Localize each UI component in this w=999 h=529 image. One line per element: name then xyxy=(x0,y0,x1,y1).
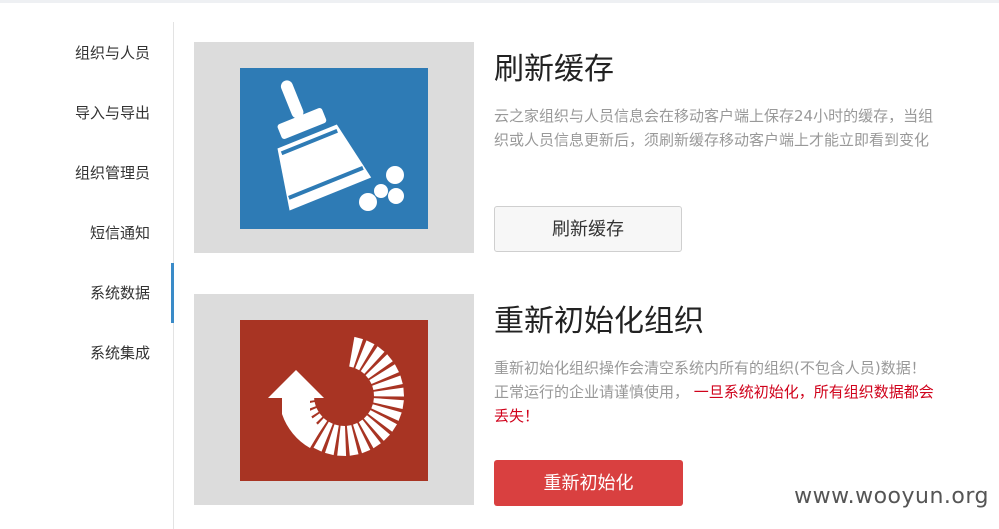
sidebar-item-system-data[interactable]: 系统数据 xyxy=(90,278,150,308)
sidebar-nav: 组织与人员 导入与导出 组织管理员 短信通知 系统数据 系统集成 xyxy=(0,0,174,529)
refresh-cache-button[interactable]: 刷新缓存 xyxy=(494,206,682,252)
broom-icon xyxy=(240,68,428,229)
reset-icon xyxy=(240,320,428,481)
sidebar-item-import-export[interactable]: 导入与导出 xyxy=(75,98,150,128)
reinit-card-description: 重新初始化组织操作会清空系统内所有的组织(不包含人员)数据！正常运行的企业请谨慎… xyxy=(494,356,939,428)
reinit-card-thumbnail xyxy=(194,294,474,505)
sidebar-item-sms[interactable]: 短信通知 xyxy=(90,218,150,248)
sidebar-item-org-admin[interactable]: 组织管理员 xyxy=(75,158,150,188)
sidebar-item-org-people[interactable]: 组织与人员 xyxy=(75,38,150,68)
sidebar-item-system-integration[interactable]: 系统集成 xyxy=(90,338,150,368)
sidebar-active-indicator xyxy=(171,263,174,323)
cache-card-description: 云之家组织与人员信息会在移动客户端上保存24小时的缓存，当组织或人员信息更新后，… xyxy=(494,107,934,149)
cache-card-title: 刷新缓存 xyxy=(494,52,614,87)
watermark: www.wooyun.org xyxy=(794,484,989,509)
reinitialize-button[interactable]: 重新初始化 xyxy=(494,460,683,506)
reinit-card-title: 重新初始化组织 xyxy=(494,304,704,339)
cache-card-thumbnail xyxy=(194,42,474,253)
